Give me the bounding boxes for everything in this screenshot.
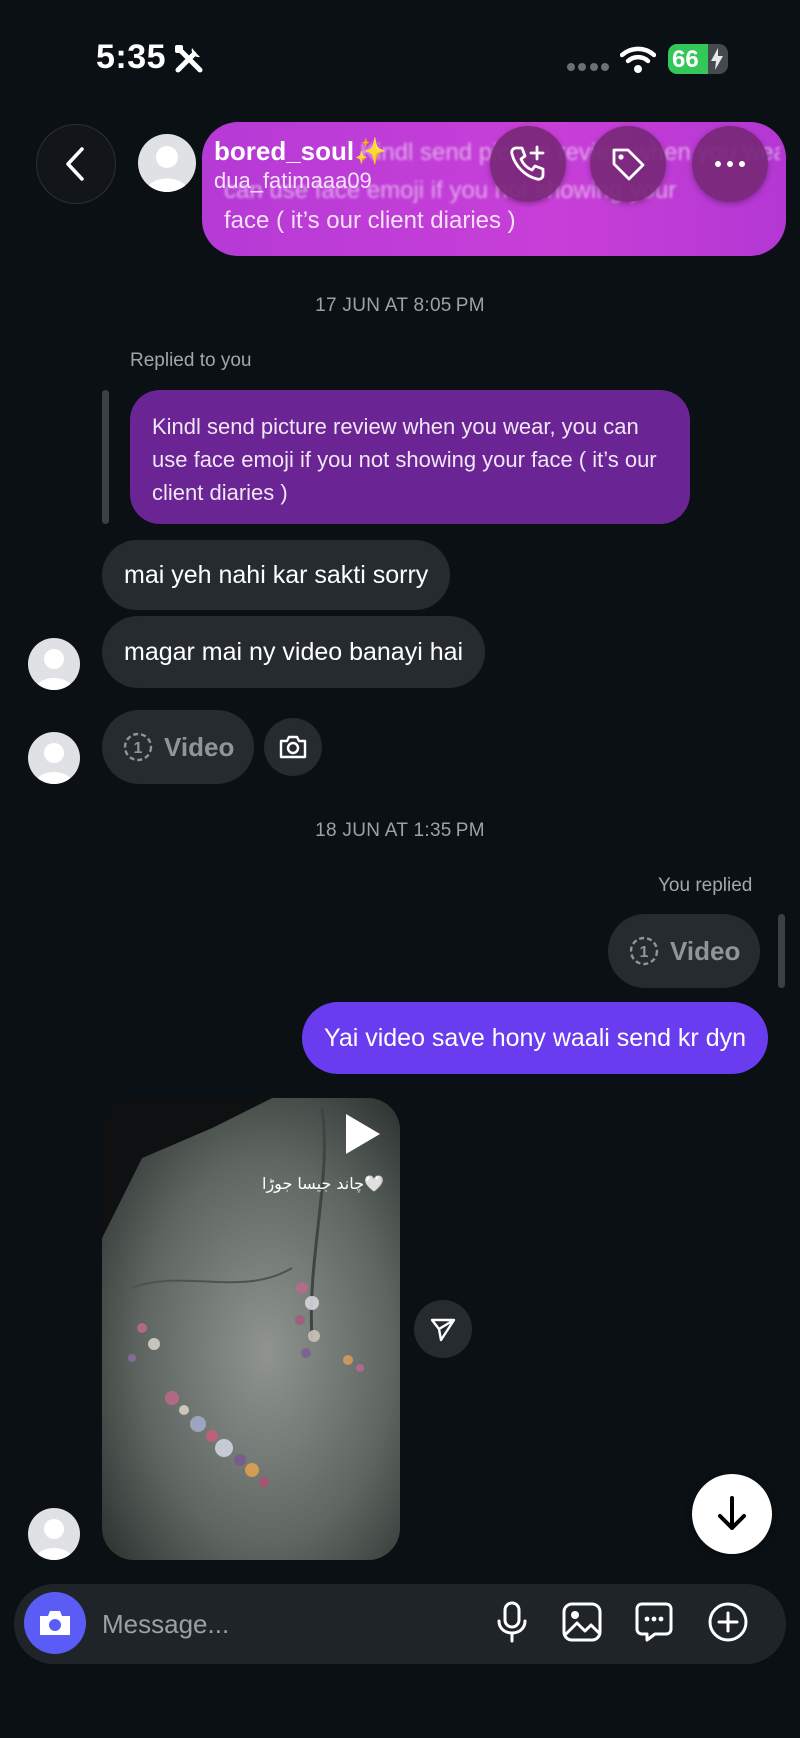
video-preview-image <box>102 1098 400 1560</box>
contact-name-text: bored_soul <box>214 136 355 166</box>
wifi-icon <box>620 46 656 73</box>
pinned-message-line3: face ( it’s our client diaries ) <box>224 207 516 234</box>
gallery-button[interactable] <box>558 1598 606 1646</box>
camera-reply-button[interactable] <box>264 718 322 776</box>
add-call-button[interactable] <box>490 126 566 202</box>
signal-dots-icon <box>567 63 609 71</box>
incoming-message[interactable]: magar mai ny video banayi hai <box>102 616 486 688</box>
you-replied-label: You replied <box>658 875 753 896</box>
tools-icon <box>175 45 203 73</box>
battery-indicator: 66 <box>668 44 728 74</box>
tag-icon <box>612 148 645 181</box>
back-icon <box>66 147 84 181</box>
timestamp: 17 JUN AT 8:05 PM <box>315 295 485 316</box>
view-once-count: 1 <box>640 944 649 961</box>
mic-icon <box>497 1601 527 1643</box>
view-once-icon: 1 <box>629 936 659 966</box>
gallery-icon <box>562 1602 602 1642</box>
contact-name[interactable]: bored_soul✨ <box>214 136 387 167</box>
more-actions-button[interactable] <box>704 1598 752 1646</box>
sticker-button[interactable] <box>630 1598 678 1646</box>
call-add-icon <box>510 145 545 181</box>
sender-avatar[interactable] <box>28 638 80 690</box>
avatar-placeholder-icon <box>35 1519 73 1560</box>
view-once-icon: 1 <box>123 732 153 762</box>
plus-icon <box>708 1602 748 1642</box>
battery-level: 66 <box>672 46 699 73</box>
view-once-count: 1 <box>134 740 143 757</box>
voice-message-button[interactable] <box>488 1598 536 1646</box>
replied-view-once-video[interactable]: 1 Video <box>608 914 761 988</box>
avatar-placeholder-icon <box>146 146 188 192</box>
status-time: 5:35 <box>96 38 167 76</box>
avatar-placeholder-icon <box>35 743 73 784</box>
back-button[interactable] <box>36 124 116 204</box>
video-label: Video <box>164 731 235 762</box>
sender-avatar[interactable] <box>28 732 80 784</box>
tag-button[interactable] <box>590 126 666 202</box>
video-label: Video <box>670 935 741 966</box>
outgoing-message[interactable]: Yai video save hony waali send kr dyn <box>302 1002 768 1074</box>
camera-icon <box>40 1611 70 1635</box>
more-icon <box>715 161 745 167</box>
camera-button[interactable] <box>24 1592 86 1654</box>
incoming-message[interactable]: mai yeh nahi kar sakti sorry <box>102 540 451 610</box>
camera-icon <box>279 735 307 759</box>
replied-message-bubble[interactable]: Kindl send picture review when you wear,… <box>130 390 690 524</box>
replied-to-you-label: Replied to you <box>130 350 252 371</box>
contact-username[interactable]: dua_fatimaaa09 <box>214 168 372 194</box>
message-input[interactable] <box>102 1604 432 1644</box>
arrow-down-icon <box>718 1496 746 1530</box>
timestamp: 18 JUN AT 1:35 PM <box>315 820 485 841</box>
shared-video-thumbnail[interactable]: چاند جیسا جوڑا🤍 <box>102 1098 400 1560</box>
reply-bar <box>778 914 785 988</box>
sender-avatar[interactable] <box>28 1508 80 1560</box>
avatar[interactable] <box>138 134 196 192</box>
share-button[interactable] <box>414 1300 472 1358</box>
sticker-icon <box>635 1602 673 1642</box>
avatar-placeholder-icon <box>35 649 73 690</box>
charging-icon <box>711 48 723 70</box>
more-options-button[interactable] <box>692 126 768 202</box>
reel-caption: چاند جیسا جوڑا🤍 <box>262 1174 384 1193</box>
sparkles-emoji: ✨ <box>354 136 387 166</box>
share-icon <box>430 1318 456 1342</box>
scroll-to-bottom-button[interactable] <box>692 1474 772 1554</box>
view-once-video[interactable]: 1 Video <box>102 710 255 784</box>
reply-bar <box>102 390 109 524</box>
